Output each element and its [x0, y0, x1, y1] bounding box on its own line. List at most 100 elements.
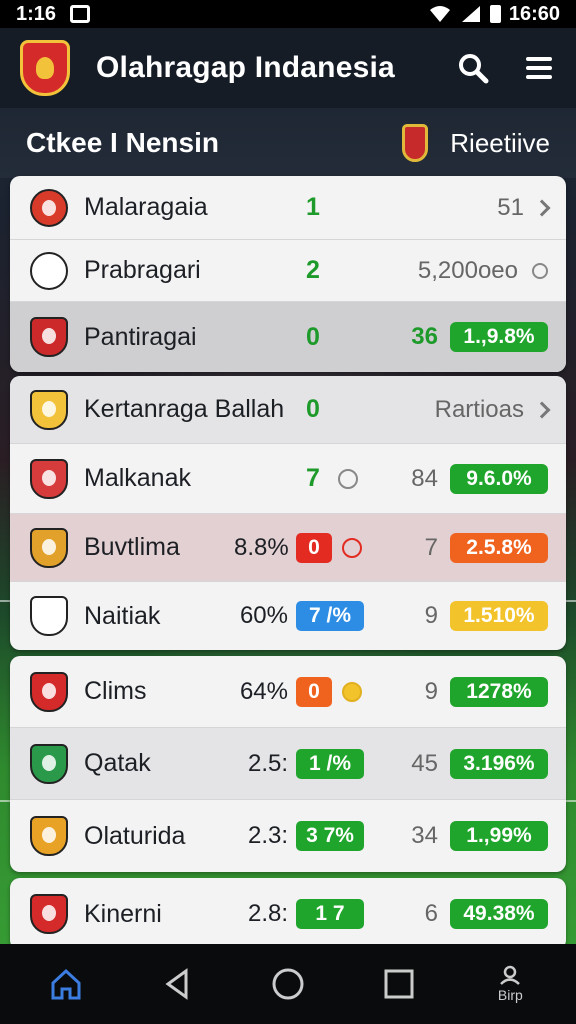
table-row[interactable]: Qatak 2.5: 1 /% 45 3.196% — [10, 728, 566, 800]
team-score: 7 — [306, 464, 320, 492]
team-score: 0 — [306, 322, 320, 351]
wifi-icon — [429, 6, 450, 22]
table-row[interactable]: Olaturida 2.3: 3 7% 34 1.,99% — [10, 800, 566, 872]
team-crest-icon — [30, 894, 68, 934]
team-number: 6 — [424, 900, 438, 927]
team-name: Kertanraga Ballah — [84, 395, 285, 423]
alert-icon[interactable] — [342, 537, 362, 558]
status-right: 16:60 — [428, 3, 560, 26]
row-trailing: 5,200oeo — [418, 257, 548, 285]
coin-icon[interactable] — [342, 681, 362, 702]
nav-label: Birp — [497, 987, 523, 1003]
home-icon — [51, 968, 81, 1000]
app-bar: Olahragap Indanesia — [0, 28, 576, 108]
team-percent: 64% — [239, 677, 288, 705]
team-crest-icon — [30, 188, 68, 227]
back-button[interactable] — [147, 954, 207, 1014]
status-time: 1:16 — [16, 2, 57, 25]
table-row[interactable]: Prabragari 2 5,200oeo — [10, 240, 566, 302]
team-number: 9 — [424, 677, 438, 705]
team-crest-icon — [30, 527, 68, 568]
team-percent: 8.8% — [234, 533, 289, 561]
team-name: Malkanak — [84, 464, 191, 492]
battery-icon — [489, 5, 501, 23]
row-trailing: Rartioas — [434, 395, 551, 424]
standings-card: Clims 64% 0 9 1278% Qatak 2.5: 1 /% 45 3… — [10, 656, 566, 872]
team-crest-icon — [30, 743, 68, 784]
circle-icon — [532, 262, 548, 279]
table-row[interactable]: Naitiak 60% 7 /% 9 1.510% — [10, 582, 566, 650]
team-number: 45 — [411, 749, 438, 777]
row-trailing-text: 51 — [497, 193, 524, 221]
team-percent: 2.8: — [247, 900, 288, 927]
team-crest-icon — [30, 596, 68, 636]
table-row[interactable]: Clims 64% 0 9 1278% — [10, 656, 566, 728]
user-icon — [500, 965, 521, 985]
score-pill: 7 /% — [296, 601, 364, 631]
table-row[interactable]: Pantiragai 0 36 1.,9.8% — [10, 302, 566, 372]
score-pill: 1 /% — [296, 748, 364, 779]
extra-nav-button[interactable]: Birp — [480, 954, 540, 1014]
team-number: 7 — [424, 533, 438, 561]
signal-icon — [461, 6, 480, 22]
percent-badge: 1.,99% — [450, 821, 548, 851]
team-name: Kinerni — [84, 899, 162, 928]
percent-badge: 9.6.0% — [450, 463, 548, 494]
team-percent: 60% — [239, 602, 288, 629]
standings-list: Malaragaia 1 51 Prabragari 2 5,200oeo Pa… — [10, 176, 566, 956]
row-trailing-text: 5,200oeo — [417, 256, 518, 284]
score-pill: 0 — [296, 676, 332, 707]
back-triangle-icon — [165, 968, 188, 1000]
circle-icon — [272, 968, 304, 1000]
recents-button[interactable] — [369, 954, 429, 1014]
standings-card: Malaragaia 1 51 Prabragari 2 5,200oeo Pa… — [10, 176, 566, 372]
app-actions — [456, 51, 556, 85]
team-name: Qatak — [84, 749, 151, 777]
club-badge-icon — [402, 124, 429, 162]
percent-badge: 1.,9.8% — [450, 322, 548, 352]
search-button[interactable] — [456, 51, 490, 85]
team-crest-icon — [30, 251, 68, 290]
section-title: Ctkee I Nensin — [26, 127, 219, 158]
team-crest-icon — [30, 458, 68, 499]
percent-badge: 3.196% — [450, 748, 548, 779]
section-actions[interactable]: Rieetiive — [402, 124, 550, 162]
percent-badge: 49.38% — [450, 899, 548, 929]
team-percent: 2.5: — [247, 749, 288, 777]
score-pill: 0 — [296, 532, 332, 563]
table-row[interactable]: Malaragaia 1 51 — [10, 176, 566, 240]
team-name: Malaragaia — [84, 193, 208, 221]
home-button[interactable] — [36, 954, 96, 1014]
team-score: 1 — [306, 193, 320, 221]
row-trailing-text: Rartioas — [434, 395, 524, 423]
team-score: 0 — [306, 395, 320, 423]
info-icon[interactable] — [338, 468, 358, 489]
section-link[interactable]: Rieetiive — [450, 128, 550, 159]
team-crest-icon — [30, 816, 68, 856]
chevron-right-icon — [533, 199, 551, 216]
table-row[interactable]: Kinerni 2.8: 1 7 6 49.38% — [10, 878, 566, 950]
score-pill: 1 7 — [296, 899, 364, 929]
table-row[interactable]: Buvtlima 8.8% 0 7 2.5.8% — [10, 514, 566, 582]
team-name: Pantiragai — [84, 322, 197, 351]
team-percent: 2.3: — [247, 822, 288, 849]
table-row[interactable]: Malkanak 7 84 9.6.0% — [10, 444, 566, 514]
team-number: 34 — [411, 822, 438, 849]
percent-badge: 2.5.8% — [450, 532, 548, 563]
status-bar: 1:16 16:60 — [0, 0, 576, 28]
team-number: 84 — [411, 464, 438, 492]
team-name: Naitiak — [84, 601, 161, 630]
team-crest-icon — [30, 671, 68, 712]
table-row[interactable]: Kertanraga Ballah 0 Rartioas — [10, 376, 566, 444]
status-right-text: 16:60 — [508, 2, 560, 25]
team-name: Clims — [84, 677, 147, 705]
team-name: Olaturida — [84, 821, 186, 850]
menu-button[interactable] — [522, 51, 556, 85]
section-header: Ctkee I Nensin Rieetiive — [0, 108, 576, 178]
standings-card: Kinerni 2.8: 1 7 6 49.38% — [10, 878, 566, 950]
percent-badge: 1278% — [450, 676, 548, 707]
app-title: Olahragap Indanesia — [96, 51, 395, 84]
team-crest-icon — [30, 317, 68, 357]
team-name: Buvtlima — [84, 533, 180, 561]
home-circle-button[interactable] — [258, 954, 318, 1014]
